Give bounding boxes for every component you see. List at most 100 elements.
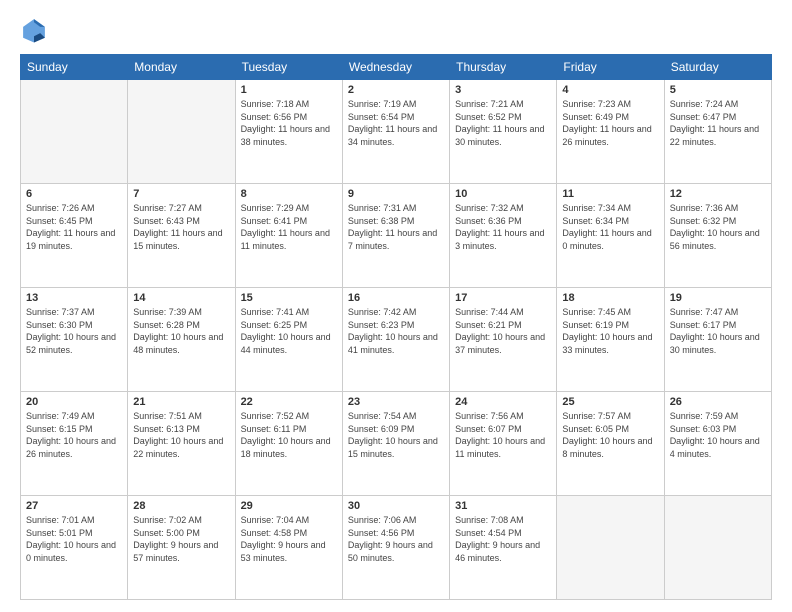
- calendar-table: SundayMondayTuesdayWednesdayThursdayFrid…: [20, 54, 772, 600]
- calendar-cell: [128, 80, 235, 184]
- calendar-cell: 10 Sunrise: 7:32 AMSunset: 6:36 PMDayligh…: [450, 184, 557, 288]
- day-number: 14: [133, 292, 229, 304]
- calendar-cell: 15 Sunrise: 7:41 AMSunset: 6:25 PMDayligh…: [235, 288, 342, 392]
- header: [20, 16, 772, 44]
- day-info: Sunrise: 7:37 AMSunset: 6:30 PMDaylight:…: [26, 306, 122, 356]
- day-info: Sunrise: 7:34 AMSunset: 6:34 PMDaylight:…: [562, 202, 658, 252]
- calendar-cell: 9 Sunrise: 7:31 AMSunset: 6:38 PMDaylight…: [342, 184, 449, 288]
- day-info: Sunrise: 7:42 AMSunset: 6:23 PMDaylight:…: [348, 306, 444, 356]
- calendar-cell: 17Sunrise: 7:44 AMSunset: 6:21 PMDayligh…: [450, 288, 557, 392]
- day-info: Sunrise: 7:01 AMSunset: 5:01 PMDaylight:…: [26, 514, 122, 564]
- day-info: Sunrise: 7:39 AMSunset: 6:28 PMDaylight:…: [133, 306, 229, 356]
- calendar-week-2: 6Sunrise: 7:26 AMSunset: 6:45 PMDaylight…: [21, 184, 772, 288]
- day-info: Sunrise: 7:04 AMSunset: 4:58 PMDaylight:…: [241, 514, 337, 564]
- day-number: 27: [26, 500, 122, 512]
- day-info: Sunrise: 7:44 AMSunset: 6:21 PMDaylight:…: [455, 306, 551, 356]
- day-number: 7: [133, 188, 229, 200]
- day-number: 1: [241, 84, 337, 96]
- day-info: Sunrise: 7:32 AMSunset: 6:36 PMDaylight:…: [455, 202, 551, 252]
- day-number: 9: [348, 188, 444, 200]
- day-info: Sunrise: 7:52 AMSunset: 6:11 PMDaylight:…: [241, 410, 337, 460]
- calendar-cell: 26 Sunrise: 7:59 AMSunset: 6:03 PMDayligh…: [664, 392, 771, 496]
- weekday-header-row: SundayMondayTuesdayWednesdayThursdayFrid…: [21, 55, 772, 80]
- calendar-cell: [557, 496, 664, 600]
- calendar-cell: 19 Sunrise: 7:47 AMSunset: 6:17 PMDayligh…: [664, 288, 771, 392]
- day-number: 28: [133, 500, 229, 512]
- day-info: Sunrise: 7:19 AMSunset: 6:54 PMDaylight:…: [348, 98, 444, 148]
- calendar-cell: 8 Sunrise: 7:29 AMSunset: 6:41 PMDaylight…: [235, 184, 342, 288]
- calendar-cell: 23 Sunrise: 7:54 AMSunset: 6:09 PMDayligh…: [342, 392, 449, 496]
- calendar-cell: 30 Sunrise: 7:06 AMSunset: 4:56 PMDayligh…: [342, 496, 449, 600]
- day-number: 22: [241, 396, 337, 408]
- calendar-cell: 5Sunrise: 7:24 AMSunset: 6:47 PMDaylight…: [664, 80, 771, 184]
- day-info: Sunrise: 7:54 AMSunset: 6:09 PMDaylight:…: [348, 410, 444, 460]
- day-number: 2: [348, 84, 444, 96]
- day-info: Sunrise: 7:49 AMSunset: 6:15 PMDaylight:…: [26, 410, 122, 460]
- day-number: 30: [348, 500, 444, 512]
- day-info: Sunrise: 7:41 AMSunset: 6:25 PMDaylight:…: [241, 306, 337, 356]
- day-info: Sunrise: 7:56 AMSunset: 6:07 PMDaylight:…: [455, 410, 551, 460]
- day-info: Sunrise: 7:36 AMSunset: 6:32 PMDaylight:…: [670, 202, 766, 252]
- day-info: Sunrise: 7:27 AMSunset: 6:43 PMDaylight:…: [133, 202, 229, 252]
- day-info: Sunrise: 7:29 AMSunset: 6:41 PMDaylight:…: [241, 202, 337, 252]
- page: SundayMondayTuesdayWednesdayThursdayFrid…: [0, 0, 792, 612]
- calendar-cell: 21Sunrise: 7:51 AMSunset: 6:13 PMDayligh…: [128, 392, 235, 496]
- day-number: 15: [241, 292, 337, 304]
- day-number: 13: [26, 292, 122, 304]
- calendar-cell: 24 Sunrise: 7:56 AMSunset: 6:07 PMDayligh…: [450, 392, 557, 496]
- calendar-cell: 7 Sunrise: 7:27 AMSunset: 6:43 PMDaylight…: [128, 184, 235, 288]
- weekday-header-tuesday: Tuesday: [235, 55, 342, 80]
- calendar-cell: 20 Sunrise: 7:49 AMSunset: 6:15 PMDayligh…: [21, 392, 128, 496]
- day-number: 8: [241, 188, 337, 200]
- weekday-header-monday: Monday: [128, 55, 235, 80]
- calendar-week-4: 20 Sunrise: 7:49 AMSunset: 6:15 PMDayligh…: [21, 392, 772, 496]
- calendar-cell: 18 Sunrise: 7:45 AMSunset: 6:19 PMDayligh…: [557, 288, 664, 392]
- day-info: Sunrise: 7:02 AMSunset: 5:00 PMDaylight:…: [133, 514, 229, 564]
- day-info: Sunrise: 7:45 AMSunset: 6:19 PMDaylight:…: [562, 306, 658, 356]
- weekday-header-sunday: Sunday: [21, 55, 128, 80]
- calendar-cell: 29 Sunrise: 7:04 AMSunset: 4:58 PMDayligh…: [235, 496, 342, 600]
- day-info: Sunrise: 7:59 AMSunset: 6:03 PMDaylight:…: [670, 410, 766, 460]
- day-info: Sunrise: 7:47 AMSunset: 6:17 PMDaylight:…: [670, 306, 766, 356]
- calendar-cell: 14 Sunrise: 7:39 AMSunset: 6:28 PMDayligh…: [128, 288, 235, 392]
- weekday-header-saturday: Saturday: [664, 55, 771, 80]
- day-number: 4: [562, 84, 658, 96]
- calendar-cell: [664, 496, 771, 600]
- day-info: Sunrise: 7:08 AMSunset: 4:54 PMDaylight:…: [455, 514, 551, 564]
- calendar-cell: 25Sunrise: 7:57 AMSunset: 6:05 PMDayligh…: [557, 392, 664, 496]
- day-info: Sunrise: 7:31 AMSunset: 6:38 PMDaylight:…: [348, 202, 444, 252]
- day-number: 23: [348, 396, 444, 408]
- calendar-cell: 4 Sunrise: 7:23 AMSunset: 6:49 PMDaylight…: [557, 80, 664, 184]
- calendar-cell: 1Sunrise: 7:18 AMSunset: 6:56 PMDaylight…: [235, 80, 342, 184]
- day-number: 29: [241, 500, 337, 512]
- weekday-header-friday: Friday: [557, 55, 664, 80]
- logo: [20, 16, 52, 44]
- calendar-week-5: 27 Sunrise: 7:01 AMSunset: 5:01 PMDayligh…: [21, 496, 772, 600]
- calendar-cell: 28 Sunrise: 7:02 AMSunset: 5:00 PMDayligh…: [128, 496, 235, 600]
- calendar-cell: 11 Sunrise: 7:34 AMSunset: 6:34 PMDayligh…: [557, 184, 664, 288]
- day-number: 12: [670, 188, 766, 200]
- day-number: 6: [26, 188, 122, 200]
- calendar-week-1: 1Sunrise: 7:18 AMSunset: 6:56 PMDaylight…: [21, 80, 772, 184]
- day-number: 24: [455, 396, 551, 408]
- calendar-cell: 16Sunrise: 7:42 AMSunset: 6:23 PMDayligh…: [342, 288, 449, 392]
- calendar-cell: 3Sunrise: 7:21 AMSunset: 6:52 PMDaylight…: [450, 80, 557, 184]
- day-info: Sunrise: 7:23 AMSunset: 6:49 PMDaylight:…: [562, 98, 658, 148]
- day-number: 18: [562, 292, 658, 304]
- day-number: 5: [670, 84, 766, 96]
- calendar-cell: 6Sunrise: 7:26 AMSunset: 6:45 PMDaylight…: [21, 184, 128, 288]
- day-number: 11: [562, 188, 658, 200]
- day-info: Sunrise: 7:57 AMSunset: 6:05 PMDaylight:…: [562, 410, 658, 460]
- day-number: 10: [455, 188, 551, 200]
- calendar-cell: 13 Sunrise: 7:37 AMSunset: 6:30 PMDayligh…: [21, 288, 128, 392]
- logo-icon: [20, 16, 48, 44]
- day-number: 20: [26, 396, 122, 408]
- day-info: Sunrise: 7:06 AMSunset: 4:56 PMDaylight:…: [348, 514, 444, 564]
- day-number: 21: [133, 396, 229, 408]
- calendar-week-3: 13 Sunrise: 7:37 AMSunset: 6:30 PMDayligh…: [21, 288, 772, 392]
- calendar-cell: 22 Sunrise: 7:52 AMSunset: 6:11 PMDayligh…: [235, 392, 342, 496]
- weekday-header-wednesday: Wednesday: [342, 55, 449, 80]
- weekday-header-thursday: Thursday: [450, 55, 557, 80]
- day-number: 19: [670, 292, 766, 304]
- day-number: 26: [670, 396, 766, 408]
